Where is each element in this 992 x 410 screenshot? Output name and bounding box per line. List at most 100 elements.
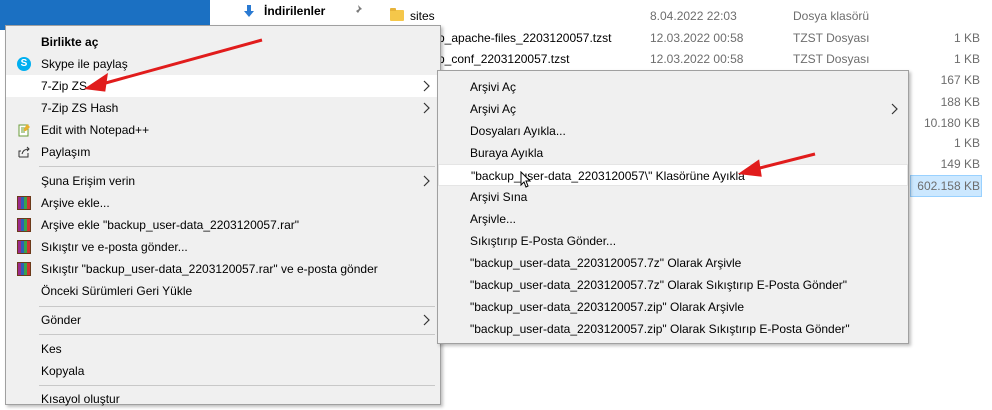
- submenu-item-label: Arşivi Aç: [470, 80, 517, 94]
- menu-item-skype-share[interactable]: S Skype ile paylaş: [6, 53, 440, 75]
- file-size: 188 KB: [940, 95, 980, 109]
- file-date: 12.03.2022 00:58: [650, 52, 744, 66]
- menu-item-7zip-zs-hash[interactable]: 7-Zip ZS Hash: [6, 97, 440, 119]
- menu-item-label: Arşive ekle "backup_user-data_2203120057…: [41, 218, 300, 232]
- pin-icon[interactable]: [352, 4, 364, 16]
- file-size: 1 KB: [953, 31, 980, 45]
- submenu-item-test-archive[interactable]: Arşivi Sına: [438, 186, 908, 208]
- submenu-item-label: "backup_user-data_2203120057.7z" Olarak …: [470, 278, 847, 292]
- menu-item-label: Kısayol oluştur: [41, 392, 120, 406]
- chevron-right-icon: [891, 103, 898, 115]
- submenu-item-label: "backup_user-data_2203120057.zip" Olarak…: [470, 300, 745, 314]
- menu-item-label: Kopyala: [41, 364, 85, 378]
- file-type: TZST Dosyası: [793, 31, 870, 45]
- menu-item-label: Şuna Erişim verin: [41, 174, 136, 188]
- winrar-icon: [17, 196, 31, 210]
- submenu-item-label: Buraya Ayıkla: [470, 146, 544, 160]
- download-arrow-icon: [244, 5, 254, 17]
- menu-item-share[interactable]: Paylaşım: [6, 141, 440, 163]
- menu-separator: [39, 385, 435, 386]
- menu-separator: [39, 334, 435, 335]
- menu-item-label: Arşive ekle...: [41, 196, 110, 210]
- submenu-item-archive-zip[interactable]: "backup_user-data_2203120057.zip" Olarak…: [438, 296, 908, 318]
- selected-file-size: 602.158 KB: [917, 179, 980, 193]
- menu-item-send-to[interactable]: Gönder: [6, 309, 440, 331]
- winrar-icon: [17, 240, 31, 254]
- submenu-item-compress-email[interactable]: Sıkıştırıp E-Posta Gönder...: [438, 230, 908, 252]
- file-type: Dosya klasörü: [793, 9, 870, 23]
- submenu-item-open-archive-more[interactable]: Arşivi Aç: [438, 98, 908, 120]
- menu-item-compress-email[interactable]: Sıkıştır ve e-posta gönder...: [6, 236, 440, 258]
- winrar-icon: [17, 218, 31, 232]
- chevron-right-icon: [423, 80, 430, 92]
- submenu-item-label: "backup_user-data_2203120057\" Klasörüne…: [471, 169, 745, 183]
- file-size: 1 KB: [953, 52, 980, 66]
- file-row[interactable]: p_conf_2203120057.tzst 12.03.2022 00:58 …: [438, 49, 980, 70]
- skype-icon: S: [17, 57, 31, 71]
- menu-item-label: 7-Zip ZS Hash: [41, 101, 119, 115]
- chevron-right-icon: [423, 175, 430, 187]
- menu-item-label: Birlikte aç: [41, 35, 99, 49]
- file-size: 10.180 KB: [923, 116, 980, 130]
- file-name: sites: [410, 9, 435, 23]
- notepadpp-icon: [18, 124, 30, 137]
- chevron-right-icon: [423, 314, 430, 326]
- submenu-item-archive-7z[interactable]: "backup_user-data_2203120057.7z" Olarak …: [438, 252, 908, 274]
- submenu-item-label: Arşivi Sına: [470, 190, 528, 204]
- menu-item-label: Paylaşım: [41, 145, 91, 159]
- menu-item-label: Gönder: [41, 313, 82, 327]
- menu-separator: [39, 166, 435, 167]
- file-size: 149 KB: [940, 157, 980, 171]
- menu-item-cut[interactable]: Kes: [6, 338, 440, 360]
- menu-item-label: Önceki Sürümleri Geri Yükle: [41, 284, 193, 298]
- mouse-cursor-icon: [520, 171, 532, 188]
- submenu-item-add-to-archive[interactable]: Arşivle...: [438, 208, 908, 230]
- winrar-icon: [17, 262, 31, 276]
- submenu-item-label: Arşivi Aç: [470, 102, 517, 116]
- menu-item-label: Edit with Notepad++: [41, 123, 150, 137]
- submenu-item-label: Dosyaları Ayıkla...: [470, 124, 566, 138]
- submenu-item-extract-here[interactable]: Buraya Ayıkla: [438, 142, 908, 164]
- file-row[interactable]: sites 8.04.2022 22:03 Dosya klasörü: [410, 6, 980, 27]
- 7zip-submenu: Arşivi Aç Arşivi Aç Dosyaları Ayıkla... …: [437, 70, 909, 344]
- file-row[interactable]: p_apache-files_2203120057.tzst 12.03.202…: [438, 28, 980, 49]
- menu-item-label: Sıkıştır "backup_user-data_2203120057.ra…: [41, 262, 378, 276]
- file-date: 12.03.2022 00:58: [650, 31, 744, 45]
- menu-item-notepadpp[interactable]: Edit with Notepad++: [6, 119, 440, 141]
- file-size: 167 KB: [940, 73, 980, 87]
- file-type: TZST Dosyası: [793, 52, 870, 66]
- file-date: 8.04.2022 22:03: [650, 9, 737, 23]
- submenu-item-label: Arşivle...: [470, 212, 517, 226]
- submenu-item-open-archive[interactable]: Arşivi Aç: [438, 76, 908, 98]
- menu-item-label: Sıkıştır ve e-posta gönder...: [41, 240, 188, 254]
- submenu-item-label: Sıkıştırıp E-Posta Gönder...: [470, 234, 617, 248]
- file-name: p_apache-files_2203120057.tzst: [438, 31, 612, 45]
- file-name: p_conf_2203120057.tzst: [438, 52, 570, 66]
- folder-icon: [390, 8, 404, 21]
- submenu-item-label: "backup_user-data_2203120057.zip" Olarak…: [470, 322, 850, 336]
- submenu-item-label: "backup_user-data_2203120057.7z" Olarak …: [470, 256, 742, 270]
- menu-item-7zip-zs[interactable]: 7-Zip ZS: [6, 75, 440, 97]
- menu-item-create-shortcut[interactable]: Kısayol oluştur: [6, 388, 440, 410]
- menu-item-restore-versions[interactable]: Önceki Sürümleri Geri Yükle: [6, 280, 440, 302]
- menu-separator: [39, 306, 435, 307]
- menu-item-label: 7-Zip ZS: [41, 79, 88, 93]
- menu-item-compress-rar-email[interactable]: Sıkıştır "backup_user-data_2203120057.ra…: [6, 258, 440, 280]
- menu-item-label: Kes: [41, 342, 62, 356]
- quick-access-downloads[interactable]: İndirilenler: [242, 0, 325, 22]
- chevron-right-icon: [423, 102, 430, 114]
- menu-item-add-archive-rar[interactable]: Arşive ekle "backup_user-data_2203120057…: [6, 214, 440, 236]
- menu-item-add-archive[interactable]: Arşive ekle...: [6, 192, 440, 214]
- menu-item-give-access[interactable]: Şuna Erişim verin: [6, 170, 440, 192]
- menu-item-copy[interactable]: Kopyala: [6, 360, 440, 382]
- menu-item-open-with[interactable]: Birlikte aç: [6, 31, 440, 53]
- share-icon: [18, 146, 30, 158]
- submenu-item-extract-to-folder[interactable]: "backup_user-data_2203120057\" Klasörüne…: [438, 164, 908, 186]
- menu-item-label: Skype ile paylaş: [41, 57, 128, 71]
- submenu-item-compress-zip-email[interactable]: "backup_user-data_2203120057.zip" Olarak…: [438, 318, 908, 340]
- file-size: 1 KB: [953, 136, 980, 150]
- context-menu: Birlikte aç S Skype ile paylaş 7-Zip ZS …: [5, 25, 441, 406]
- submenu-item-extract-files[interactable]: Dosyaları Ayıkla...: [438, 120, 908, 142]
- submenu-item-compress-7z-email[interactable]: "backup_user-data_2203120057.7z" Olarak …: [438, 274, 908, 296]
- quick-access-label: İndirilenler: [264, 4, 326, 18]
